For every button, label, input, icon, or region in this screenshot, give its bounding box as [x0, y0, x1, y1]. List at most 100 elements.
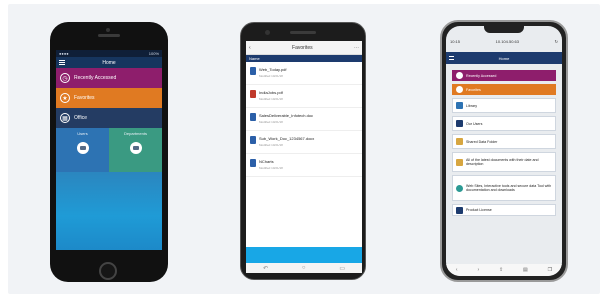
- recents-nav-icon[interactable]: ▭: [339, 265, 345, 272]
- menu-item-web-sites[interactable]: Web Sites, Interactive tools and secure …: [452, 175, 556, 201]
- stage: ●●●● 100% Home ◷ Recently Accessed ★ Fav…: [0, 0, 606, 301]
- url-field[interactable]: 10.104.50.63: [496, 39, 519, 44]
- file-text: Sub_Work_Doc_1234567.docx Modified 10/21…: [259, 136, 314, 147]
- folder-icon: [76, 142, 89, 154]
- file-text: NCharts Modified 10/21/18: [259, 159, 283, 170]
- menu-item-recently-accessed[interactable]: ◷ Recently Accessed: [56, 68, 162, 88]
- menu-item-label: Library: [466, 103, 477, 108]
- forward-icon[interactable]: ›: [477, 267, 479, 273]
- file-name: SalesDeliverable_Infotech.doc: [259, 113, 314, 118]
- document-icon: [250, 67, 256, 75]
- speaker-grille: [290, 31, 316, 34]
- tile-users[interactable]: Users: [56, 128, 109, 172]
- file-meta: Modified 10/21/18: [259, 74, 283, 78]
- status-bar: ●●●● 100%: [56, 50, 162, 57]
- menu-item-label: All of the latest documents with their d…: [466, 158, 539, 166]
- clock-icon: [456, 72, 463, 79]
- page-title: Favorites: [292, 44, 313, 51]
- phone3-screen: 10:15 10.104.50.63 ↻ Home Recently Acces…: [446, 26, 562, 276]
- home-nav-icon[interactable]: ○: [302, 265, 306, 271]
- file-text: SalesDeliverable_Infotech.doc Modified 1…: [259, 113, 313, 124]
- home-button[interactable]: [99, 262, 117, 280]
- browser-toolbar: ‹ › ⇪ ▤ ❐: [446, 264, 562, 276]
- screen-gradient: [56, 172, 162, 250]
- file-meta: Modified 10/21/18: [259, 97, 283, 101]
- notch: [484, 26, 524, 33]
- document-icon: [250, 159, 256, 167]
- camera-dot: [265, 30, 270, 35]
- bookmarks-icon[interactable]: ▤: [523, 267, 528, 273]
- sort-bar[interactable]: Name: [246, 55, 362, 62]
- menu-item-label: Web Sites, Interactive tools and secure …: [466, 184, 552, 192]
- list-item[interactable]: Sub_Work_Doc_1234567.docx Modified 10/21…: [246, 131, 362, 154]
- menu-item-office[interactable]: ▦ Office: [56, 108, 162, 128]
- phone-iphone-x: 10:15 10.104.50.63 ↻ Home Recently Acces…: [440, 20, 568, 282]
- menu-icon[interactable]: [59, 60, 65, 65]
- file-name: NCharts: [259, 159, 274, 164]
- user-icon: [456, 120, 463, 127]
- back-nav-icon[interactable]: ↶: [263, 265, 268, 272]
- clock-time: 10:15: [450, 38, 461, 44]
- tabs-icon[interactable]: ❐: [548, 267, 552, 273]
- star-icon: [456, 86, 463, 93]
- menu-item-our-users[interactable]: Our Users: [452, 116, 556, 131]
- app-header: ‹ Favorites ⋯: [246, 41, 362, 55]
- page-title: Home: [498, 55, 510, 61]
- page-title: Home: [102, 59, 116, 66]
- menu-item-recently-accessed[interactable]: Recently Accessed: [452, 70, 556, 81]
- menu-item-label: Shared Data Folder: [466, 139, 498, 144]
- phone-android: ‹ Favorites ⋯ Name Web_Today.pdf Modifie…: [240, 22, 366, 280]
- app-header: Home: [446, 52, 562, 64]
- signal-status: ●●●●: [59, 51, 69, 56]
- menu-item-product-license[interactable]: Product License: [452, 204, 556, 216]
- pdf-icon: [250, 90, 256, 98]
- battery-status: 100%: [148, 51, 159, 56]
- menu-item-label: Our Users: [466, 121, 483, 126]
- menu-item-latest-documents[interactable]: All of the latest documents with their d…: [452, 152, 556, 172]
- share-icon[interactable]: ⇪: [499, 267, 503, 273]
- tile-departments[interactable]: Departments: [109, 128, 162, 172]
- star-icon: ★: [60, 93, 70, 103]
- phone2-screen: ‹ Favorites ⋯ Name Web_Today.pdf Modifie…: [246, 41, 362, 273]
- menu-icon[interactable]: [449, 56, 454, 60]
- file-meta: Modified 10/21/18: [259, 166, 283, 170]
- footer-banner: [246, 247, 362, 263]
- menu-item-label: Favorites: [74, 95, 95, 101]
- back-icon[interactable]: ‹: [456, 267, 458, 273]
- menu-item-favorites[interactable]: Favorites: [452, 84, 556, 95]
- menu-item-favorites[interactable]: ★ Favorites: [56, 88, 162, 108]
- more-icon[interactable]: ⋯: [354, 45, 359, 51]
- list-item[interactable]: IndiaJobs.pdf Modified 10/21/18: [246, 85, 362, 108]
- globe-icon: [456, 184, 463, 192]
- menu-item-label: Product License: [466, 208, 492, 212]
- camera-dot: [106, 28, 110, 32]
- speaker-grille: [98, 34, 120, 37]
- phone-iphone: ●●●● 100% Home ◷ Recently Accessed ★ Fav…: [50, 22, 168, 282]
- tile-grid: Users Departments: [56, 128, 162, 172]
- building-icon: ▦: [60, 113, 70, 123]
- file-name: Sub_Work_Doc_1234567.docx: [259, 136, 315, 141]
- sort-label: Name: [249, 56, 260, 61]
- list-item[interactable]: Web_Today.pdf Modified 10/21/18: [246, 62, 362, 85]
- menu-item-shared-data-folder[interactable]: Shared Data Folder: [452, 134, 556, 149]
- folder-icon: [456, 138, 463, 145]
- menu-item-label: Office: [74, 115, 87, 121]
- file-meta: Modified 10/21/18: [259, 143, 283, 147]
- file-text: IndiaJobs.pdf Modified 10/21/18: [259, 90, 283, 101]
- tile-label: Departments: [124, 131, 147, 136]
- file-name: IndiaJobs.pdf: [259, 90, 283, 95]
- user-icon: [456, 206, 463, 214]
- document-icon: [250, 136, 256, 144]
- browser-bar: 10:15 10.104.50.63 ↻: [446, 34, 562, 48]
- reload-icon[interactable]: ↻: [555, 39, 558, 44]
- folder-icon: [129, 142, 142, 154]
- file-text: Web_Today.pdf Modified 10/21/18: [259, 67, 286, 78]
- menu-item-library[interactable]: Library: [452, 98, 556, 113]
- menu-item-label: Recently Accessed: [466, 73, 497, 78]
- list-item[interactable]: SalesDeliverable_Infotech.doc Modified 1…: [246, 108, 362, 131]
- list-item[interactable]: NCharts Modified 10/21/18: [246, 154, 362, 177]
- app-header: Home: [56, 57, 162, 68]
- android-navbar: ↶ ○ ▭: [246, 263, 362, 273]
- folder-icon: [456, 158, 463, 166]
- back-icon[interactable]: ‹: [249, 45, 251, 51]
